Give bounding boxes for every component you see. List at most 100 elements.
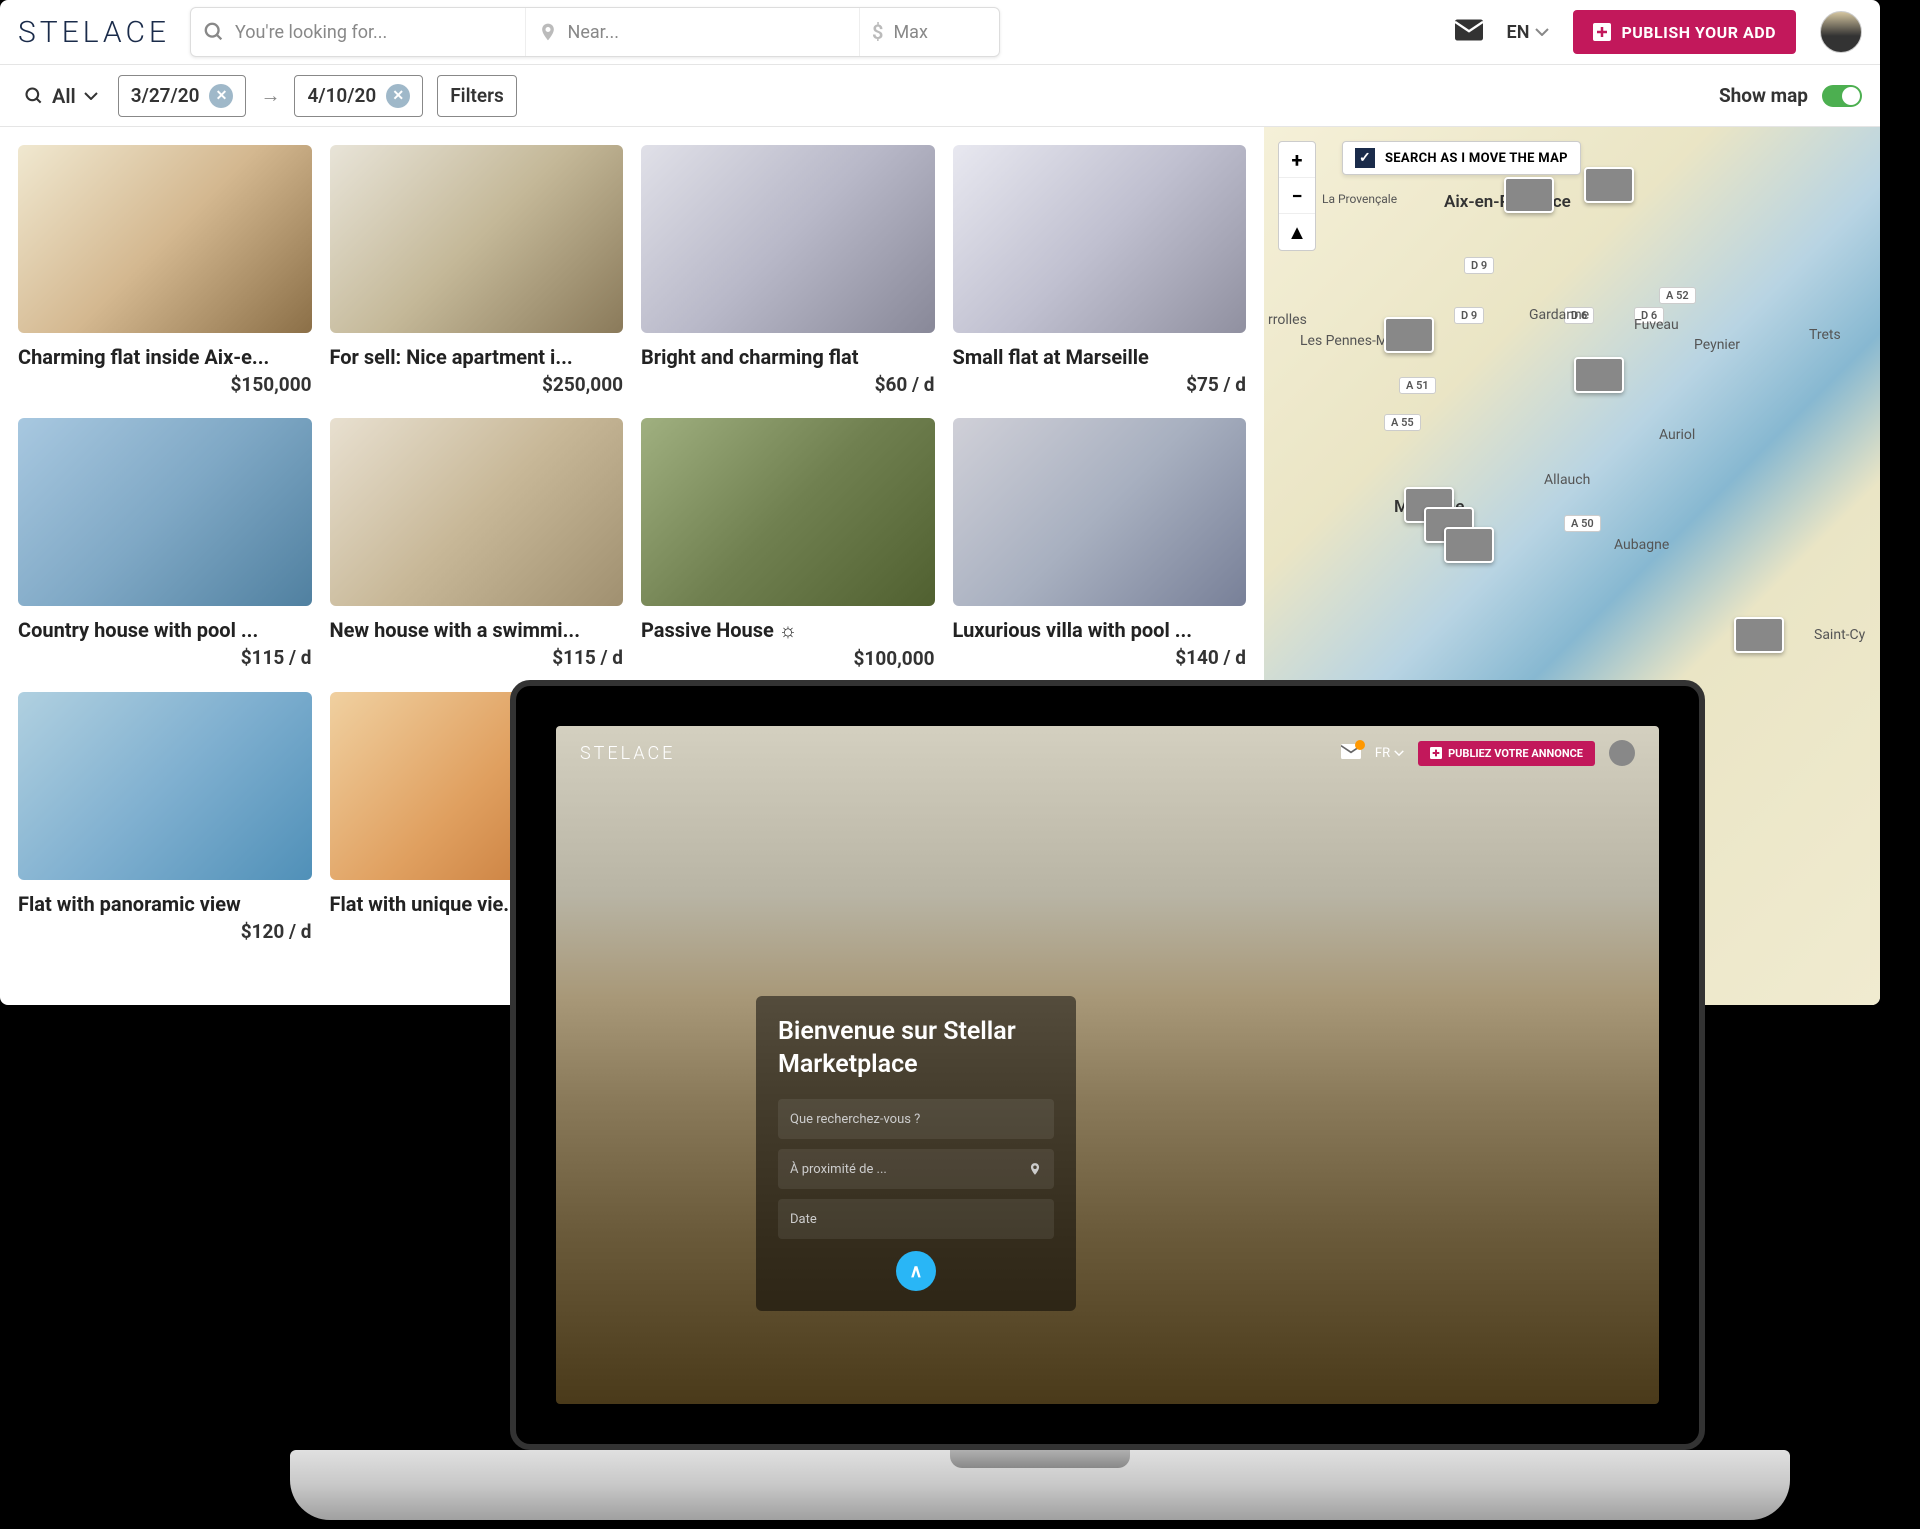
map-city-label: Saint-Cy <box>1814 627 1865 643</box>
mail-icon <box>1455 19 1483 41</box>
filters-button[interactable]: Filters <box>437 75 517 117</box>
search-input[interactable] <box>235 22 513 43</box>
publish-button[interactable]: PUBLISH YOUR ADD <box>1573 10 1796 54</box>
search-bar: $ <box>190 7 1000 57</box>
language-label: EN <box>1507 22 1530 43</box>
listing-card[interactable]: Bright and charming flat $60 / d <box>641 145 935 396</box>
show-map-label: Show map <box>1719 84 1808 107</box>
listing-image <box>18 418 312 606</box>
listing-price: $120 / d <box>18 920 312 943</box>
listing-card[interactable]: New house with a swimmi...$115 / d <box>330 418 624 670</box>
arrow-right-icon: → <box>260 83 280 108</box>
filters-label: Filters <box>450 84 504 107</box>
listing-card[interactable]: Country house with pool ...$115 / d <box>18 418 312 670</box>
plus-icon <box>1430 747 1442 759</box>
listing-image <box>330 145 624 333</box>
search-as-move-label: SEARCH AS I MOVE THE MAP <box>1385 151 1568 166</box>
hero-search-panel: Bienvenue sur Stellar Marketplace Que re… <box>756 996 1076 1311</box>
map-city-label: Auriol <box>1659 427 1695 443</box>
map-road-label: A 51 <box>1399 377 1436 394</box>
laptop-publish-button[interactable]: PUBLIEZ VOTRE ANNONCE <box>1418 741 1595 766</box>
date-to-chip[interactable]: 4/10/20 ✕ <box>294 75 423 117</box>
avatar[interactable] <box>1820 11 1862 53</box>
listing-image <box>641 145 935 333</box>
map-road-label: A 52 <box>1659 287 1696 304</box>
search-as-move-checkbox[interactable]: ✓ SEARCH AS I MOVE THE MAP <box>1342 141 1581 175</box>
listing-card[interactable]: Passive House ☼$100,000 <box>641 418 935 670</box>
category-filter[interactable]: All <box>18 84 104 108</box>
listing-price: $250,000 <box>330 373 624 396</box>
laptop-avatar[interactable] <box>1609 740 1635 766</box>
listing-title: Small flat at Marseille <box>953 345 1247 369</box>
map-road-label: La Provençale <box>1322 192 1397 206</box>
map-city-label: Peynier <box>1694 337 1740 353</box>
search-icon <box>24 86 44 106</box>
listing-price: $115 / d <box>330 646 624 669</box>
listing-price: $115 / d <box>18 646 312 669</box>
map-city-label: Allauch <box>1544 472 1590 488</box>
date-from-label: 3/27/20 <box>131 84 200 107</box>
search-icon <box>203 21 225 43</box>
listing-price: $100,000 <box>641 647 935 670</box>
listing-image <box>330 418 624 606</box>
listing-price: $140 / d <box>953 646 1247 669</box>
map-marker[interactable] <box>1584 167 1634 203</box>
map-marker[interactable] <box>1734 617 1784 653</box>
chevron-down-icon <box>1535 28 1549 36</box>
listing-card[interactable]: Luxurious villa with pool ...$140 / d <box>953 418 1247 670</box>
map-city-label: rrolles <box>1268 312 1307 328</box>
logo[interactable]: STELACE <box>18 15 170 50</box>
mail-button[interactable] <box>1455 19 1483 45</box>
max-input[interactable] <box>893 22 987 43</box>
plus-icon <box>1593 23 1611 41</box>
category-label: All <box>52 84 76 108</box>
listing-title: Flat with panoramic view <box>18 892 312 916</box>
pin-icon <box>538 20 558 44</box>
listing-image <box>18 145 312 333</box>
listing-price: $150,000 <box>18 373 312 396</box>
chevron-down-icon <box>84 92 98 100</box>
near-input[interactable] <box>568 22 848 43</box>
laptop-publish-label: PUBLIEZ VOTRE ANNONCE <box>1448 747 1583 760</box>
hero-search-button[interactable]: ∧ <box>896 1251 936 1291</box>
laptop-logo: STELACE <box>580 743 675 764</box>
hero-search-input[interactable]: Que recherchez-vous ? <box>778 1099 1054 1139</box>
hero-title: Bienvenue sur Stellar Marketplace <box>778 1016 1054 1081</box>
zoom-in-button[interactable]: + <box>1279 142 1315 178</box>
listing-price: $60 / d <box>641 373 935 396</box>
map-marker[interactable] <box>1504 177 1554 213</box>
listing-price: $75 / d <box>953 373 1247 396</box>
zoom-out-button[interactable]: − <box>1279 178 1315 214</box>
listing-title: Charming flat inside Aix-e... <box>18 345 312 369</box>
laptop-mockup: STELACE FR PUBLIEZ VOTRE ANNONCE <box>290 680 1790 1520</box>
date-from-chip[interactable]: 3/27/20 ✕ <box>118 75 247 117</box>
laptop-mail-button[interactable] <box>1341 744 1361 763</box>
language-selector[interactable]: EN <box>1507 22 1550 43</box>
close-icon[interactable]: ✕ <box>386 84 410 108</box>
checkbox-checked-icon: ✓ <box>1355 148 1375 168</box>
map-marker[interactable] <box>1444 527 1494 563</box>
listing-title: For sell: Nice apartment i... <box>330 345 624 369</box>
listing-card[interactable]: Flat with panoramic view $120 / d <box>18 692 312 943</box>
close-icon[interactable]: ✕ <box>209 84 233 108</box>
map-road-label: A 50 <box>1564 515 1601 532</box>
map-road-label: D 9 <box>1454 307 1484 324</box>
listing-card[interactable]: For sell: Nice apartment i... $250,000 <box>330 145 624 396</box>
notification-badge <box>1355 740 1365 750</box>
laptop-language-selector[interactable]: FR <box>1375 746 1404 761</box>
compass-button[interactable]: ▲ <box>1279 214 1315 250</box>
chevron-down-icon <box>1394 750 1404 756</box>
map-marker[interactable] <box>1574 357 1624 393</box>
listing-image <box>953 418 1247 606</box>
listing-card[interactable]: Charming flat inside Aix-e... $150,000 <box>18 145 312 396</box>
listing-title: Bright and charming flat <box>641 345 935 369</box>
hero-date-input[interactable]: Date <box>778 1199 1054 1239</box>
show-map-toggle[interactable] <box>1822 85 1862 107</box>
date-to-label: 4/10/20 <box>307 84 376 107</box>
hero-near-input[interactable]: À proximité de ... <box>778 1149 1054 1189</box>
listing-card[interactable]: Small flat at Marseille $75 / d <box>953 145 1247 396</box>
map-city-label: Fuveau <box>1634 317 1679 333</box>
map-city-label: Trets <box>1809 327 1841 343</box>
map-marker[interactable] <box>1384 317 1434 353</box>
publish-label: PUBLISH YOUR ADD <box>1621 23 1776 42</box>
